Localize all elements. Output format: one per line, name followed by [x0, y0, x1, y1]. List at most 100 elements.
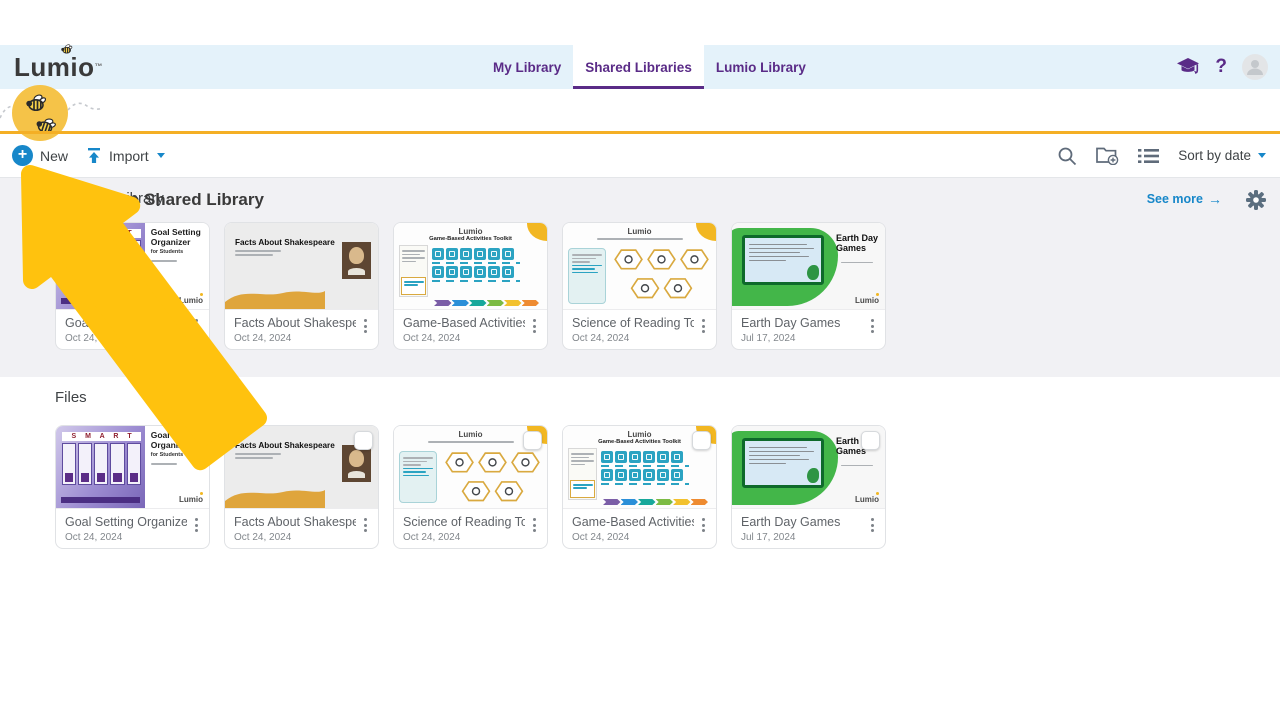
import-button[interactable]: Import — [86, 147, 165, 164]
user-profile-avatar[interactable] — [1242, 54, 1268, 80]
card-menu-button[interactable] — [527, 316, 541, 333]
library-header: Demo Shared Library — [0, 89, 1280, 134]
plus-icon: + — [12, 145, 33, 166]
thumb-subtitle: for Students — [151, 452, 205, 458]
hexagon-icons — [610, 246, 713, 304]
sort-label: Sort by date — [1178, 148, 1251, 163]
card-title: Earth Day Games — [741, 515, 840, 529]
card-earth-day-games[interactable]: Earth Day Games Lumio Earth Day Games Ju… — [731, 425, 886, 549]
card-thumbnail: S M A R T Goal Setting Organizer for Stu… — [56, 223, 209, 310]
library-bee-avatar[interactable] — [0, 82, 114, 146]
thumb-lumio-logo: Lumio — [179, 296, 203, 305]
card-date: Jul 17, 2024 — [741, 532, 840, 543]
chevron-down-icon — [1258, 153, 1266, 158]
card-facts-about-shakespeare[interactable]: Facts About Shakespeare Facts About Shak… — [224, 425, 379, 549]
tab-my-library[interactable]: My Library — [481, 45, 573, 89]
card-facts-about-shakespeare[interactable]: Facts About Shakespeare Facts About Shak… — [224, 222, 379, 350]
progress-chevron-strip — [434, 300, 539, 306]
thumb-lumio-logo: Lumio — [563, 227, 716, 236]
thumb-goal-poster: S M A R T — [56, 223, 145, 309]
card-checkbox[interactable] — [523, 431, 542, 450]
new-button[interactable]: + New — [12, 145, 68, 166]
card-game-based-activities[interactable]: Lumio Game-Based Activities Toolkit Game… — [562, 425, 717, 549]
arrow-right-icon: → — [1208, 191, 1222, 207]
lumio-app: Lumio™ My Library Shared Libraries Lumio… — [0, 0, 1280, 720]
card-goal-setting-organizers[interactable]: S M A R T Goal Setting Organizer for Stu… — [55, 222, 210, 350]
card-thumbnail: Lumio Game-Based Activities Toolkit — [394, 223, 547, 310]
thumb-subtitle: for Students — [151, 249, 205, 255]
thumb-lumio-logo: Lumio — [394, 227, 547, 236]
card-menu-button[interactable] — [358, 515, 372, 532]
card-date: Oct 24, 2024 — [234, 333, 356, 344]
card-title: Goal Setting Organizers — [65, 515, 187, 529]
hexagon-icons — [441, 449, 544, 507]
card-title: Goal Setting Organizers — [65, 316, 187, 330]
thumb-side-panel — [568, 248, 606, 304]
import-button-label: Import — [109, 148, 149, 164]
chevron-down-icon — [157, 153, 165, 158]
card-science-of-reading[interactable]: Lumio Sci — [393, 425, 548, 549]
thumb-game-board — [742, 235, 824, 285]
lumio-logo-bee-icon — [60, 43, 74, 57]
card-title: Game-Based Activities... — [403, 316, 525, 330]
nav-right-icons: ? — [1176, 45, 1268, 89]
card-title: Game-Based Activities... — [572, 515, 694, 529]
thumb-goal-poster: S M A R T — [56, 426, 145, 508]
top-nav: Lumio™ My Library Shared Libraries Lumio… — [0, 45, 1280, 89]
thumb-smart-label: S M A R T — [62, 432, 141, 441]
shakespeare-portrait — [342, 445, 371, 482]
lumio-logo[interactable]: Lumio™ — [14, 51, 103, 83]
new-button-label: New — [40, 148, 68, 164]
person-icon — [1242, 54, 1268, 80]
files-section: Files S M A R T Goal Setting Organizer f… — [0, 377, 1280, 573]
card-checkbox[interactable] — [354, 431, 373, 450]
card-title: Facts About Shakespe... — [234, 316, 356, 330]
card-menu-button[interactable] — [696, 316, 710, 333]
card-goal-setting-organizers[interactable]: S M A R T Goal Setting Organizer for Stu… — [55, 425, 210, 549]
progress-chevron-strip — [603, 499, 708, 505]
thumb-lumio-logo: Lumio — [179, 495, 203, 504]
search-icon[interactable] — [1057, 146, 1077, 166]
thumb-lumio-logo: Lumio — [855, 296, 879, 305]
card-menu-button[interactable] — [865, 316, 879, 333]
new-folder-icon[interactable] — [1096, 146, 1119, 165]
card-date: Oct 24, 2024 — [65, 333, 187, 344]
shakespeare-portrait — [342, 242, 371, 279]
library-settings-gear-icon[interactable] — [1245, 189, 1267, 211]
tab-shared-libraries[interactable]: Shared Libraries — [573, 45, 704, 89]
list-view-icon[interactable] — [1138, 148, 1159, 164]
tab-lumio-library[interactable]: Lumio Library — [704, 45, 818, 89]
gold-wave-decoration — [225, 482, 325, 508]
card-title: Science of Reading To... — [572, 316, 694, 330]
card-date: Oct 24, 2024 — [403, 532, 525, 543]
card-menu-button[interactable] — [696, 515, 710, 532]
page-title: Demo Shared Library — [92, 178, 264, 223]
card-menu-button[interactable] — [189, 316, 203, 333]
help-icon[interactable]: ? — [1215, 45, 1227, 89]
card-menu-button[interactable] — [189, 515, 203, 532]
trademark: ™ — [95, 62, 104, 71]
card-science-of-reading[interactable]: Lumio Science of R — [562, 222, 717, 350]
card-menu-button[interactable] — [358, 316, 372, 333]
card-checkbox[interactable] — [185, 431, 204, 450]
card-earth-day-games[interactable]: Earth Day Games Lumio Earth Day Games Ju… — [731, 222, 886, 350]
files-card-row: S M A R T Goal Setting Organizer for Stu… — [55, 425, 886, 549]
card-date: Oct 24, 2024 — [572, 532, 694, 543]
thumb-title: Goal Setting Organizer — [151, 228, 203, 248]
card-menu-button[interactable] — [865, 515, 879, 532]
thumb-smart-label: S M A R T — [62, 229, 141, 238]
thumb-lumio-logo: Lumio — [855, 495, 879, 504]
sort-by-date-dropdown[interactable]: Sort by date — [1178, 148, 1266, 163]
academy-graduation-cap-icon[interactable] — [1176, 57, 1200, 77]
card-thumbnail: Earth Day Games Lumio — [732, 223, 885, 310]
card-title: Earth Day Games — [741, 316, 840, 330]
card-game-based-activities[interactable]: Lumio Game-Based Activities Toolkit Game… — [393, 222, 548, 350]
card-checkbox[interactable] — [692, 431, 711, 450]
thumb-game-board — [742, 438, 824, 488]
thumb-side-panel — [399, 451, 437, 503]
lumio-logo-text: Lumio — [14, 52, 95, 82]
card-thumbnail: Facts About Shakespeare — [225, 223, 378, 310]
card-checkbox[interactable] — [861, 431, 880, 450]
see-more-link[interactable]: See more → — [1147, 191, 1222, 207]
card-menu-button[interactable] — [527, 515, 541, 532]
